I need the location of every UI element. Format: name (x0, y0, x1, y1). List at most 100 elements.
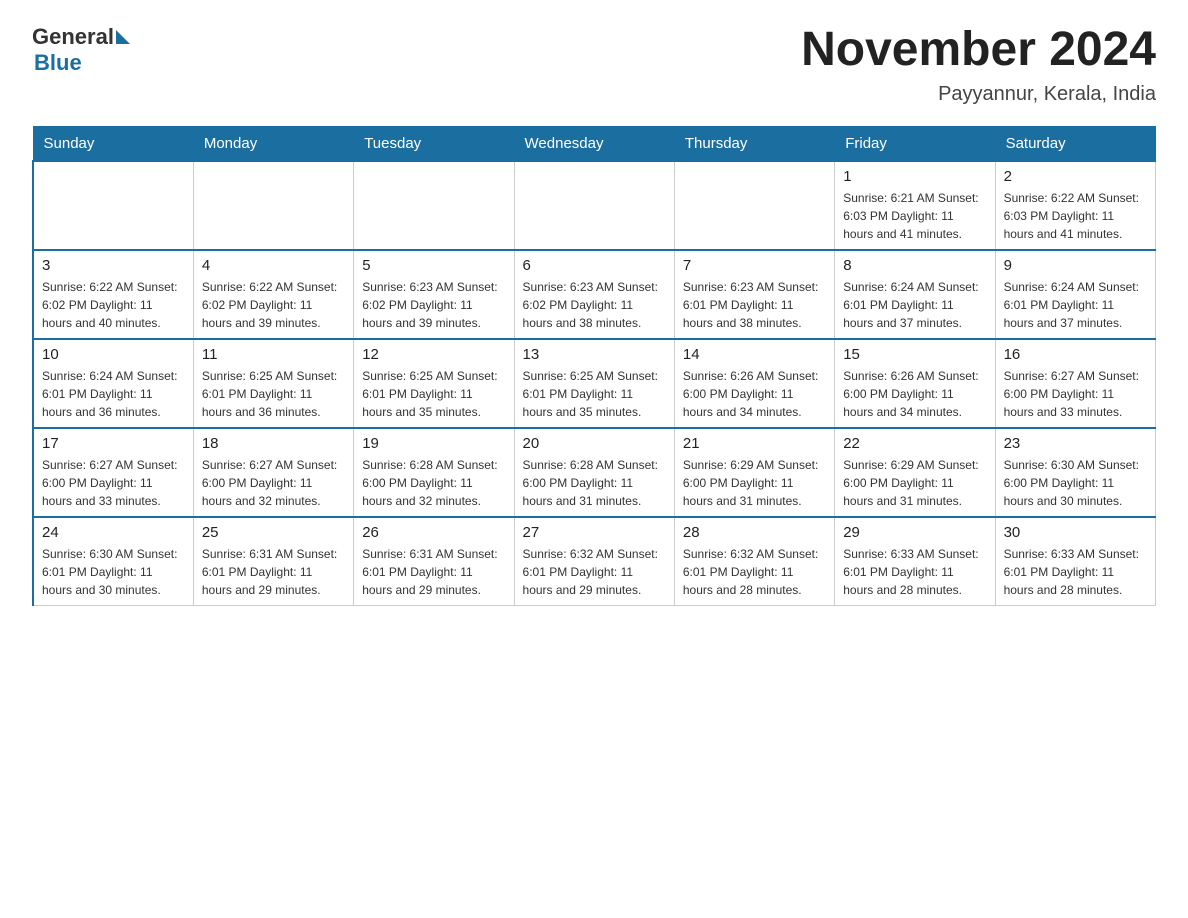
day-number: 19 (362, 435, 505, 452)
day-info: Sunrise: 6:25 AM Sunset: 6:01 PM Dayligh… (362, 367, 505, 421)
day-number: 23 (1004, 435, 1147, 452)
day-of-week-header: Sunday (33, 126, 193, 161)
day-info: Sunrise: 6:26 AM Sunset: 6:00 PM Dayligh… (843, 367, 986, 421)
day-info: Sunrise: 6:31 AM Sunset: 6:01 PM Dayligh… (202, 545, 345, 599)
day-info: Sunrise: 6:23 AM Sunset: 6:02 PM Dayligh… (523, 278, 666, 332)
calendar-day-cell: 26 Sunrise: 6:31 AM Sunset: 6:01 PM Dayli… (354, 517, 514, 606)
day-number: 28 (683, 524, 826, 541)
calendar-week-row: 3 Sunrise: 6:22 AM Sunset: 6:02 PM Daylig… (33, 250, 1156, 339)
calendar-day-cell: 15 Sunrise: 6:26 AM Sunset: 6:00 PM Dayli… (835, 339, 995, 428)
calendar-day-cell: 13 Sunrise: 6:25 AM Sunset: 6:01 PM Dayli… (514, 339, 674, 428)
day-info: Sunrise: 6:26 AM Sunset: 6:00 PM Dayligh… (683, 367, 826, 421)
day-number: 7 (683, 257, 826, 274)
day-number: 12 (362, 346, 505, 363)
title-block: November 2024 Payyannur, Kerala, India (801, 24, 1156, 106)
page-header: General Blue November 2024 Payyannur, Ke… (32, 24, 1156, 106)
day-info: Sunrise: 6:33 AM Sunset: 6:01 PM Dayligh… (843, 545, 986, 599)
day-number: 18 (202, 435, 345, 452)
day-info: Sunrise: 6:23 AM Sunset: 6:01 PM Dayligh… (683, 278, 826, 332)
calendar-day-cell: 23 Sunrise: 6:30 AM Sunset: 6:00 PM Dayli… (995, 428, 1155, 517)
day-number: 20 (523, 435, 666, 452)
day-of-week-header: Thursday (674, 126, 834, 161)
calendar-day-cell: 30Sunrise: 6:33 AM Sunset: 6:01 PM Dayli… (995, 517, 1155, 606)
day-info: Sunrise: 6:29 AM Sunset: 6:00 PM Dayligh… (843, 456, 986, 510)
day-info: Sunrise: 6:30 AM Sunset: 6:00 PM Dayligh… (1004, 456, 1147, 510)
calendar-day-cell (514, 161, 674, 250)
day-info: Sunrise: 6:30 AM Sunset: 6:01 PM Dayligh… (42, 545, 185, 599)
calendar-day-cell: 11 Sunrise: 6:25 AM Sunset: 6:01 PM Dayli… (193, 339, 353, 428)
day-info: Sunrise: 6:22 AM Sunset: 6:02 PM Dayligh… (202, 278, 345, 332)
calendar-day-cell: 1Sunrise: 6:21 AM Sunset: 6:03 PM Daylig… (835, 161, 995, 250)
day-number: 2 (1004, 168, 1147, 185)
calendar-day-cell: 12 Sunrise: 6:25 AM Sunset: 6:01 PM Dayli… (354, 339, 514, 428)
day-number: 16 (1004, 346, 1147, 363)
day-info: Sunrise: 6:24 AM Sunset: 6:01 PM Dayligh… (42, 367, 185, 421)
day-number: 21 (683, 435, 826, 452)
calendar-day-cell: 2Sunrise: 6:22 AM Sunset: 6:03 PM Daylig… (995, 161, 1155, 250)
day-info: Sunrise: 6:28 AM Sunset: 6:00 PM Dayligh… (362, 456, 505, 510)
logo: General Blue (32, 24, 132, 76)
day-info: Sunrise: 6:27 AM Sunset: 6:00 PM Dayligh… (42, 456, 185, 510)
day-of-week-header: Friday (835, 126, 995, 161)
calendar-day-cell (193, 161, 353, 250)
calendar-day-cell: 8Sunrise: 6:24 AM Sunset: 6:01 PM Daylig… (835, 250, 995, 339)
day-number: 8 (843, 257, 986, 274)
day-number: 25 (202, 524, 345, 541)
day-of-week-header: Monday (193, 126, 353, 161)
day-number: 24 (42, 524, 185, 541)
calendar-week-row: 17Sunrise: 6:27 AM Sunset: 6:00 PM Dayli… (33, 428, 1156, 517)
logo-blue-text: Blue (34, 50, 82, 76)
calendar-week-row: 10 Sunrise: 6:24 AM Sunset: 6:01 PM Dayli… (33, 339, 1156, 428)
day-info: Sunrise: 6:32 AM Sunset: 6:01 PM Dayligh… (523, 545, 666, 599)
day-info: Sunrise: 6:21 AM Sunset: 6:03 PM Dayligh… (843, 189, 986, 243)
calendar-day-cell: 4 Sunrise: 6:22 AM Sunset: 6:02 PM Daylig… (193, 250, 353, 339)
calendar-table: SundayMondayTuesdayWednesdayThursdayFrid… (32, 126, 1156, 606)
calendar-day-cell: 6 Sunrise: 6:23 AM Sunset: 6:02 PM Daylig… (514, 250, 674, 339)
day-number: 6 (523, 257, 666, 274)
calendar-day-cell: 21 Sunrise: 6:29 AM Sunset: 6:00 PM Dayli… (674, 428, 834, 517)
calendar-day-cell: 3 Sunrise: 6:22 AM Sunset: 6:02 PM Daylig… (33, 250, 193, 339)
day-of-week-header: Wednesday (514, 126, 674, 161)
calendar-day-cell: 18 Sunrise: 6:27 AM Sunset: 6:00 PM Dayli… (193, 428, 353, 517)
calendar-day-cell: 29 Sunrise: 6:33 AM Sunset: 6:01 PM Dayli… (835, 517, 995, 606)
calendar-week-row: 24 Sunrise: 6:30 AM Sunset: 6:01 PM Dayli… (33, 517, 1156, 606)
calendar-day-cell: 9 Sunrise: 6:24 AM Sunset: 6:01 PM Daylig… (995, 250, 1155, 339)
day-info: Sunrise: 6:25 AM Sunset: 6:01 PM Dayligh… (202, 367, 345, 421)
day-info: Sunrise: 6:27 AM Sunset: 6:00 PM Dayligh… (1004, 367, 1147, 421)
day-info: Sunrise: 6:27 AM Sunset: 6:00 PM Dayligh… (202, 456, 345, 510)
day-number: 22 (843, 435, 986, 452)
day-number: 3 (42, 257, 185, 274)
day-info: Sunrise: 6:25 AM Sunset: 6:01 PM Dayligh… (523, 367, 666, 421)
calendar-day-cell (674, 161, 834, 250)
day-number: 9 (1004, 257, 1147, 274)
day-number: 15 (843, 346, 986, 363)
calendar-day-cell: 14 Sunrise: 6:26 AM Sunset: 6:00 PM Dayli… (674, 339, 834, 428)
day-info: Sunrise: 6:29 AM Sunset: 6:00 PM Dayligh… (683, 456, 826, 510)
calendar-title: November 2024 (801, 24, 1156, 77)
day-info: Sunrise: 6:22 AM Sunset: 6:02 PM Dayligh… (42, 278, 185, 332)
calendar-day-cell: 25 Sunrise: 6:31 AM Sunset: 6:01 PM Dayli… (193, 517, 353, 606)
calendar-day-cell: 28Sunrise: 6:32 AM Sunset: 6:01 PM Dayli… (674, 517, 834, 606)
day-number: 14 (683, 346, 826, 363)
day-number: 29 (843, 524, 986, 541)
calendar-header-row: SundayMondayTuesdayWednesdayThursdayFrid… (33, 126, 1156, 161)
day-number: 4 (202, 257, 345, 274)
calendar-day-cell: 10 Sunrise: 6:24 AM Sunset: 6:01 PM Dayli… (33, 339, 193, 428)
logo-general-text: General (32, 24, 114, 50)
logo-triangle-icon (116, 30, 130, 44)
day-number: 13 (523, 346, 666, 363)
day-info: Sunrise: 6:24 AM Sunset: 6:01 PM Dayligh… (1004, 278, 1147, 332)
day-info: Sunrise: 6:31 AM Sunset: 6:01 PM Dayligh… (362, 545, 505, 599)
day-number: 5 (362, 257, 505, 274)
calendar-day-cell: 16 Sunrise: 6:27 AM Sunset: 6:00 PM Dayli… (995, 339, 1155, 428)
day-number: 10 (42, 346, 185, 363)
calendar-day-cell: 27 Sunrise: 6:32 AM Sunset: 6:01 PM Dayli… (514, 517, 674, 606)
day-of-week-header: Tuesday (354, 126, 514, 161)
day-info: Sunrise: 6:33 AM Sunset: 6:01 PM Dayligh… (1004, 545, 1147, 599)
day-info: Sunrise: 6:23 AM Sunset: 6:02 PM Dayligh… (362, 278, 505, 332)
day-number: 11 (202, 346, 345, 363)
calendar-week-row: 1Sunrise: 6:21 AM Sunset: 6:03 PM Daylig… (33, 161, 1156, 250)
day-number: 27 (523, 524, 666, 541)
calendar-day-cell (354, 161, 514, 250)
day-number: 26 (362, 524, 505, 541)
